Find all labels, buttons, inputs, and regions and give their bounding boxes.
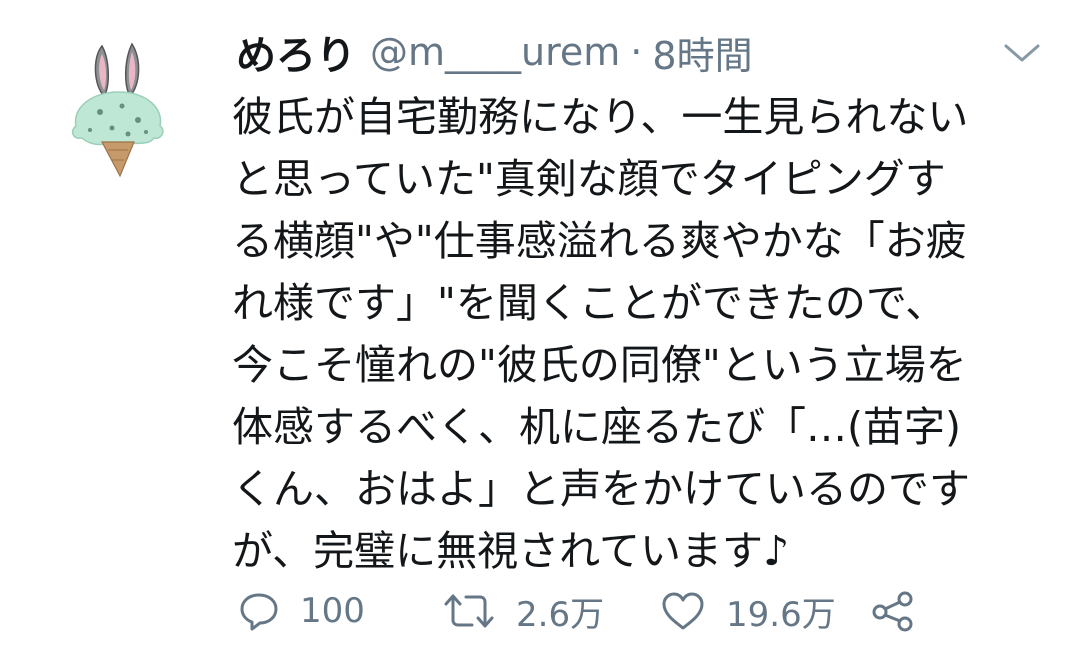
tweet-menu-button[interactable] (1002, 38, 1042, 68)
header-separator: · (630, 30, 643, 74)
tweet-text-line: れ様です」"を聞くことができたので、 (232, 279, 947, 327)
tweet-text-line: 彼氏が自宅勤務になり、一生見られない (232, 93, 969, 141)
tweet-header: めろり @m____urem · 8時間 (236, 24, 996, 80)
tweet-text-line: が、完璧に無視されています♪ (232, 527, 790, 575)
tweet[interactable]: めろり @m____urem · 8時間 彼氏が自宅勤務になり、一生見られない … (0, 0, 1080, 661)
avatar[interactable] (62, 38, 174, 178)
tweet-actions: 100 2.6万 19.6万 (232, 586, 932, 636)
timestamp[interactable]: 8時間 (652, 25, 752, 80)
retweet-icon (444, 594, 494, 628)
retweet-count: 2.6万 (516, 594, 605, 635)
retweet-button[interactable]: 2.6万 (442, 586, 604, 636)
share-button[interactable] (870, 586, 916, 636)
share-icon (872, 591, 913, 632)
tweet-text-line: 体感するべく、机に座るたび「…(苗字) (232, 403, 961, 451)
tweet-text-line: くん、おはよ」と声をかけているのです (232, 465, 970, 513)
heart-icon (662, 592, 704, 630)
tweet-text-line: 今こそ憧れの"彼氏の同僚"という立場を (232, 341, 967, 389)
bunny-ice-cream-icon (71, 42, 164, 178)
display-name[interactable]: めろり (236, 23, 356, 81)
reply-count: 100 (300, 591, 365, 631)
tweet-text-line: と思っていた"真剣な顔でタイピングす (232, 155, 946, 203)
tweet-text: 彼氏が自宅勤務になり、一生見られない と思っていた"真剣な顔でタイピングす る横… (232, 86, 1042, 582)
user-handle[interactable]: @m____urem (370, 30, 620, 74)
reply-icon (240, 593, 278, 631)
tweet-text-line: る横顔"や"仕事感溢れる爽やかな「お疲 (232, 217, 967, 265)
chevron-down-icon (1004, 44, 1040, 62)
like-count: 19.6万 (726, 594, 836, 635)
reply-button[interactable]: 100 (238, 586, 365, 636)
like-button[interactable]: 19.6万 (660, 586, 836, 636)
